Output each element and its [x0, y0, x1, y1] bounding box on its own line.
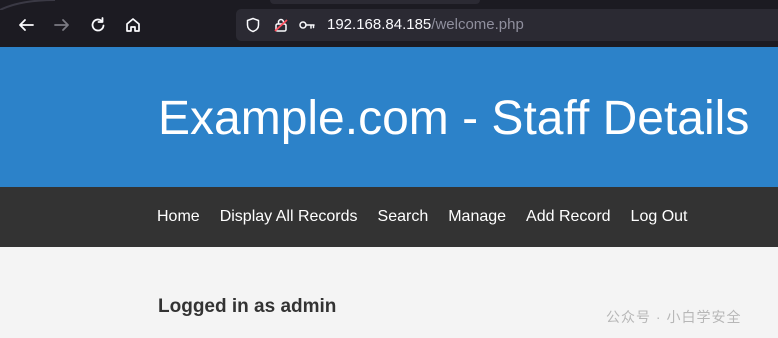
- nav-manage-link[interactable]: Manage: [438, 208, 506, 226]
- tab-edge: [0, 0, 56, 10]
- browser-tab[interactable]: [270, 0, 480, 4]
- watermark-text: 公众号 · 小白学安全: [606, 309, 742, 325]
- page-title: Example.com - Staff Details: [158, 92, 750, 145]
- url-bar[interactable]: 192.168.84.185/welcome.php: [236, 9, 778, 41]
- nav-links: Home Display All Records Search Manage A…: [157, 187, 687, 247]
- nav-add-record-link[interactable]: Add Record: [516, 208, 611, 226]
- browser-toolbar: 192.168.84.185/welcome.php: [0, 0, 778, 47]
- url-text[interactable]: 192.168.84.185/welcome.php: [327, 16, 524, 34]
- back-arrow-icon[interactable]: [15, 14, 37, 36]
- key-icon[interactable]: [298, 16, 316, 34]
- home-icon[interactable]: [122, 14, 144, 36]
- shield-icon[interactable]: [244, 16, 262, 34]
- nav-display-all-records-link[interactable]: Display All Records: [210, 208, 358, 226]
- logged-in-status: Logged in as admin: [158, 296, 337, 317]
- main-content: Logged in as admin 公众号 · 小白学安全: [0, 247, 778, 338]
- insecure-lock-icon[interactable]: [272, 16, 290, 34]
- url-path: /welcome.php: [431, 16, 524, 33]
- nav-home-link[interactable]: Home: [157, 208, 200, 226]
- nav-log-out-link[interactable]: Log Out: [621, 208, 688, 226]
- reload-icon[interactable]: [87, 14, 109, 36]
- site-header: Example.com - Staff Details: [0, 47, 778, 187]
- forward-arrow-icon[interactable]: [51, 14, 73, 36]
- main-navigation: Home Display All Records Search Manage A…: [0, 187, 778, 247]
- nav-search-link[interactable]: Search: [368, 208, 429, 226]
- url-host: 192.168.84.185: [327, 16, 432, 33]
